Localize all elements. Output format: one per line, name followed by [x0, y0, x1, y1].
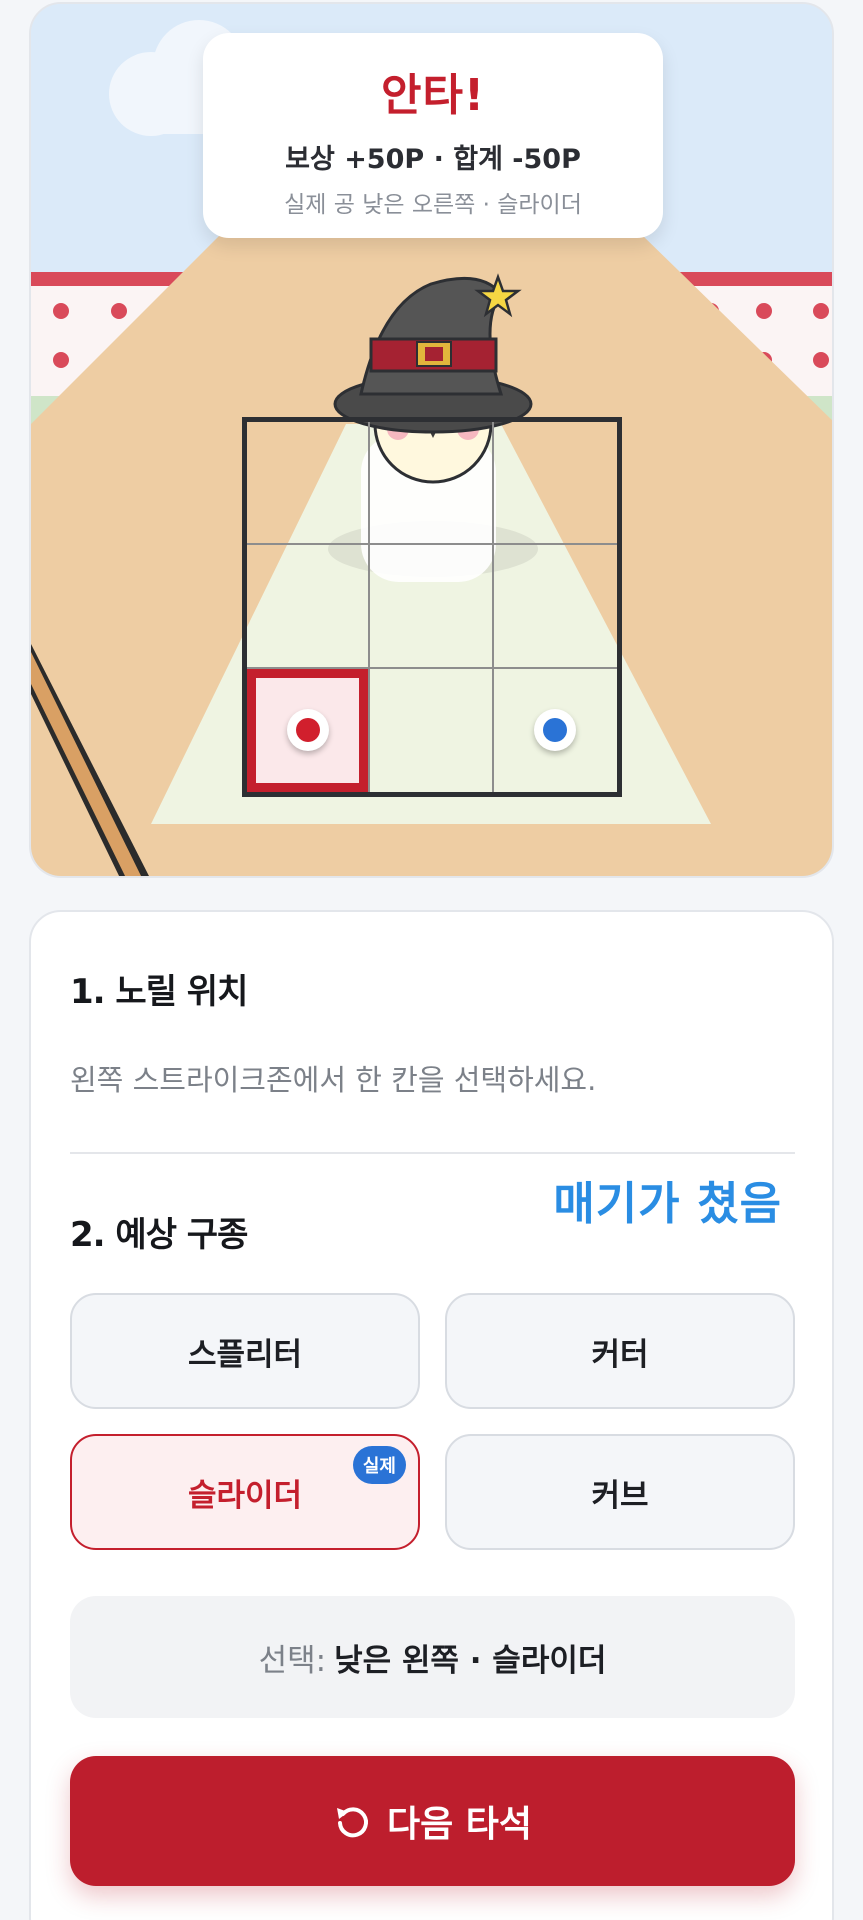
- pitch-option-label: 커터: [591, 1336, 649, 1373]
- zone-cell-top-center[interactable]: [370, 422, 494, 546]
- refresh-icon: [333, 1802, 371, 1840]
- game-scene: 안타! 보상 +50P · 합계 -50P 실제 공 낮은 오른쪽 · 슬라이더: [29, 2, 834, 878]
- location-hint: 왼쪽 스트라이크존에서 한 칸을 선택하세요.: [70, 1063, 597, 1097]
- section-title-pitch: 2. 예상 구종: [70, 1215, 248, 1255]
- pitch-option-cutter[interactable]: 커터: [445, 1293, 795, 1409]
- pitch-option-slider[interactable]: 슬라이더 실제: [70, 1434, 420, 1550]
- zone-cell-middle-right[interactable]: [493, 545, 617, 669]
- pitch-option-splitter[interactable]: 스플리터: [70, 1293, 420, 1409]
- next-at-bat-label: 다음 타석: [386, 1804, 532, 1845]
- zone-cell-middle-left[interactable]: [247, 545, 371, 669]
- reward-summary: 보상 +50P · 합계 -50P: [285, 144, 581, 175]
- pitch-option-curve[interactable]: 커브: [445, 1434, 795, 1550]
- pitcher-status: 매기가 쳤음: [553, 1177, 782, 1230]
- divider: [70, 1152, 795, 1154]
- actual-pitch-text: 실제 공 낮은 오른쪽 · 슬라이더: [284, 192, 582, 218]
- zone-cell-top-right[interactable]: [493, 422, 617, 546]
- zone-cell-middle-center[interactable]: [370, 545, 494, 669]
- pitch-option-label: 스플리터: [187, 1336, 303, 1373]
- next-at-bat-button[interactable]: 다음 타석: [70, 1756, 795, 1886]
- zone-cell-bottom-right[interactable]: [494, 669, 617, 792]
- zone-cell-top-left[interactable]: [247, 422, 371, 546]
- guess-marker-icon: [286, 709, 329, 752]
- actual-badge: 실제: [352, 1446, 406, 1484]
- selection-summary: 선택: 낮은 왼쪽 · 슬라이더: [70, 1596, 795, 1718]
- section-title-location: 1. 노릴 위치: [70, 972, 248, 1012]
- control-panel: 1. 노릴 위치 왼쪽 스트라이크존에서 한 칸을 선택하세요. 매기가 쳤음 …: [29, 910, 834, 1920]
- selection-value: 낮은 왼쪽 · 슬라이더: [334, 1642, 607, 1679]
- selection-prefix: 선택:: [258, 1642, 327, 1679]
- result-title: 안타!: [380, 70, 486, 121]
- actual-pitch-marker-icon: [534, 709, 577, 752]
- zone-cell-bottom-center[interactable]: [370, 668, 494, 792]
- strike-zone-grid: [242, 417, 622, 797]
- result-card: 안타! 보상 +50P · 합계 -50P 실제 공 낮은 오른쪽 · 슬라이더: [203, 33, 663, 238]
- pitch-option-label: 슬라이더: [187, 1477, 303, 1514]
- zone-cell-bottom-left[interactable]: [247, 668, 371, 792]
- pitch-option-label: 커브: [591, 1477, 649, 1514]
